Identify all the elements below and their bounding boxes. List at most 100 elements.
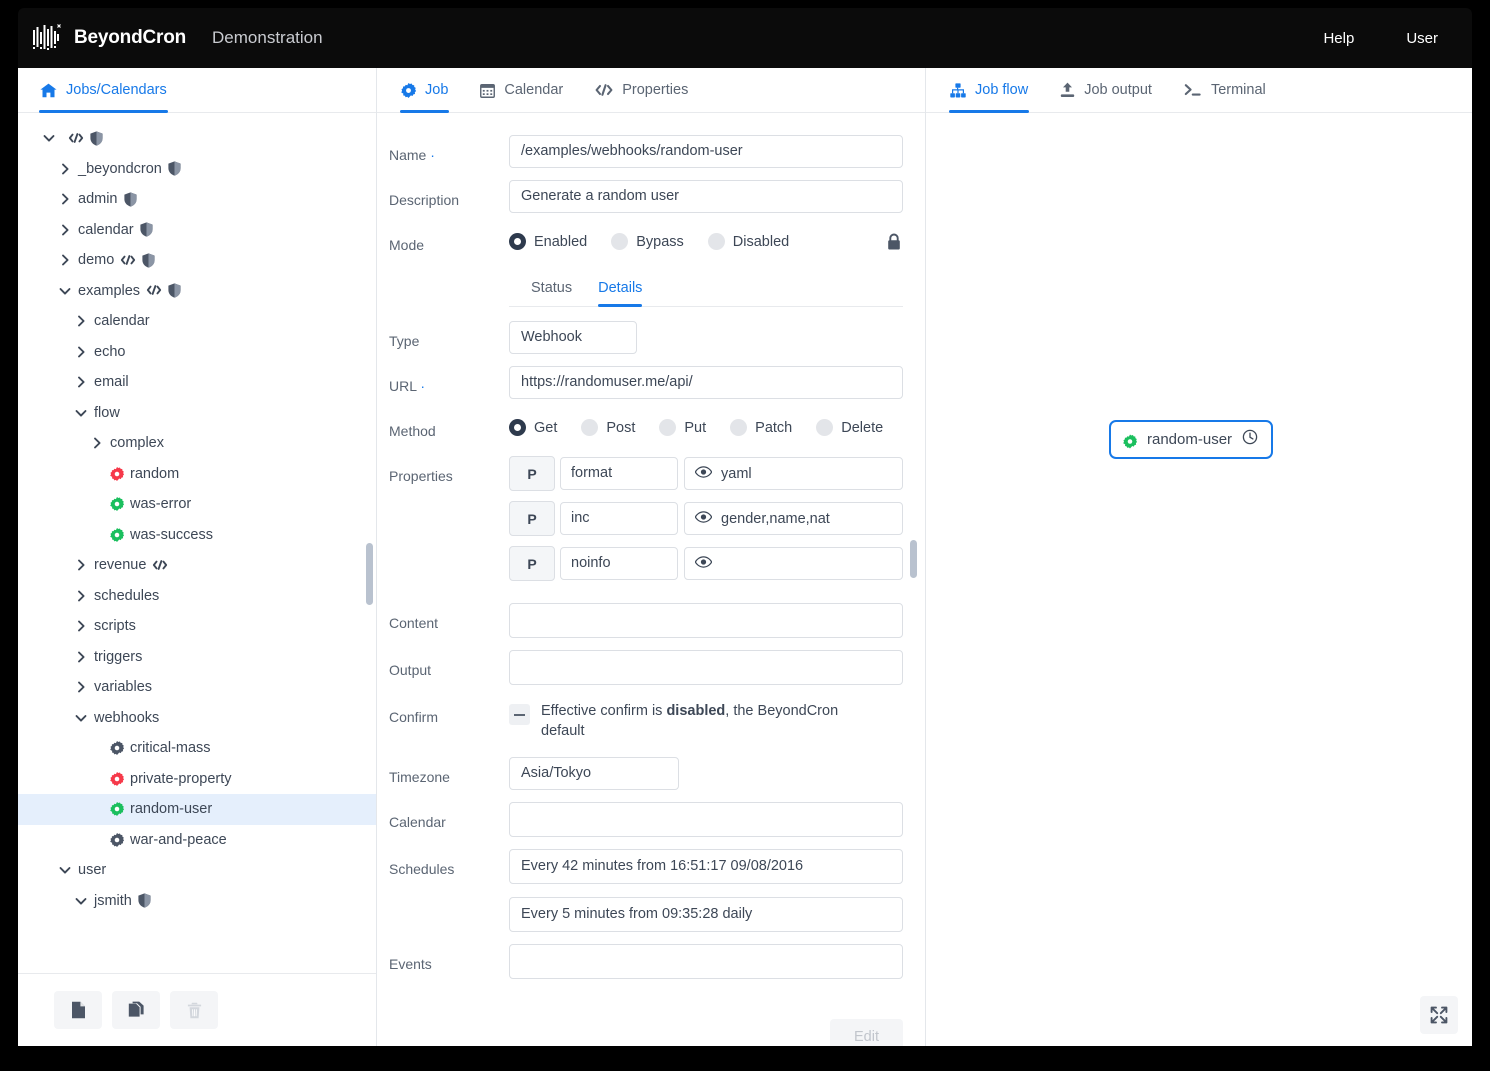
tree-item-revenue[interactable]: revenue [18,550,376,581]
property-key-input[interactable]: noinfo [560,547,678,580]
url-input[interactable]: https://randomuser.me/api/ [509,366,903,399]
tree-item-complex[interactable]: complex [18,428,376,459]
chevron-down-icon[interactable] [42,131,56,145]
tree-item-schedules[interactable]: schedules [18,581,376,612]
tab-calendar[interactable]: Calendar [478,68,565,112]
chevron-right-icon[interactable] [74,375,88,389]
chevron-down-icon[interactable] [74,894,88,908]
property-type-badge[interactable]: P [509,546,555,581]
copy-button[interactable] [112,991,160,1029]
method-option-patch[interactable]: Patch [730,419,792,436]
tab-job-flow[interactable]: Job flow [948,68,1030,113]
method-option-delete[interactable]: Delete [816,419,883,436]
tree-item-random[interactable]: random [18,459,376,490]
subtab-details[interactable]: Details [598,270,643,307]
chevron-right-icon[interactable] [74,650,88,664]
eye-icon[interactable] [694,555,713,572]
mode-option-disabled[interactable]: Disabled [707,233,789,250]
chevron-right-icon[interactable] [74,589,88,603]
method-option-post[interactable]: Post [581,419,635,436]
schedule-input-2[interactable]: Every 5 minutes from 09:35:28 daily [509,897,903,933]
subtab-status[interactable]: Status [531,270,572,306]
chevron-down-icon[interactable] [74,711,88,725]
chevron-right-icon[interactable] [58,162,72,176]
tab-properties[interactable]: Properties [593,68,690,112]
expand-flow-button[interactable] [1420,996,1458,1034]
url-label: URL · [389,378,426,394]
tree-item-triggers[interactable]: triggers [18,642,376,673]
help-button[interactable]: Help [1297,8,1380,68]
chevron-down-icon[interactable] [74,406,88,420]
chevron-right-icon[interactable] [74,680,88,694]
tree-item-variables[interactable]: variables [18,672,376,703]
tree-item-flow[interactable]: flow [18,398,376,429]
property-type-badge[interactable]: P [509,501,555,536]
schedule-input-1[interactable]: Every 42 minutes from 16:51:17 09/08/201… [509,849,903,885]
output-input[interactable] [509,650,903,685]
tree-item-was-error[interactable]: was-error [18,489,376,520]
property-value-input[interactable] [684,547,903,580]
type-input[interactable]: Webhook [509,321,637,354]
mode-option-bypass[interactable]: Bypass [611,233,684,250]
tree-item-critical-mass[interactable]: critical-mass [18,733,376,764]
tree-item-webhooks[interactable]: webhooks [18,703,376,734]
tree-item-jsmith[interactable]: jsmith [18,886,376,917]
brand: BeyondCron Demonstration [32,23,323,53]
tab-jobs-calendars[interactable]: Jobs/Calendars [38,68,169,113]
events-input[interactable] [509,944,903,980]
chevron-down-icon[interactable] [58,863,72,877]
description-input[interactable]: Generate a random user [509,180,903,213]
tree-item-private-property[interactable]: private-property [18,764,376,795]
content-input[interactable] [509,603,903,638]
property-type-badge[interactable]: P [509,456,555,491]
tree-item-root[interactable] [18,123,376,154]
field-content: Content [389,603,903,638]
flow-node-random-user[interactable]: random-user [1109,420,1274,459]
mode-option-enabled[interactable]: Enabled [509,233,587,250]
calendar-input[interactable] [509,802,903,838]
tree-item-random-user[interactable]: random-user [18,794,376,825]
chevron-right-icon[interactable] [58,253,72,267]
tree-item-beyondcron[interactable]: _beyondcron [18,154,376,185]
edit-button[interactable]: Edit [830,1019,903,1046]
chevron-right-icon[interactable] [58,223,72,237]
left-tree-scrollbar[interactable] [366,543,373,605]
chevron-down-icon[interactable] [58,284,72,298]
tab-job-output[interactable]: Job output [1058,68,1154,112]
tree-item-war-and-peace[interactable]: war-and-peace [18,825,376,856]
tree-item-admin[interactable]: admin [18,184,376,215]
tree-item-user[interactable]: user [18,855,376,886]
minus-icon[interactable] [509,704,530,725]
eye-icon[interactable] [694,510,713,527]
tree-item-echo[interactable]: echo [18,337,376,368]
tree-item-calendar[interactable]: calendar [18,306,376,337]
tree-item-demo[interactable]: demo [18,245,376,276]
property-key-input[interactable]: inc [560,502,678,535]
job-flow-canvas[interactable]: random-user [926,113,1472,1046]
chevron-right-icon[interactable] [74,558,88,572]
eye-icon[interactable] [694,465,713,482]
property-key-input[interactable]: format [560,457,678,490]
chevron-right-icon[interactable] [58,192,72,206]
confirm-status: Effective confirm is disabled, the Beyon… [509,697,903,741]
property-value-input[interactable]: gender,name,nat [684,502,903,535]
tree-item-scripts[interactable]: scripts [18,611,376,642]
method-option-get[interactable]: Get [509,419,557,436]
user-button[interactable]: User [1380,8,1472,68]
chevron-right-icon[interactable] [74,345,88,359]
tab-terminal[interactable]: Terminal [1182,68,1268,112]
chevron-right-icon[interactable] [74,314,88,328]
property-value-input[interactable]: yaml [684,457,903,490]
chevron-right-icon[interactable] [90,436,104,450]
tree-item-examples[interactable]: examples [18,276,376,307]
middle-form-scrollbar[interactable] [910,540,917,578]
new-file-button[interactable] [54,991,102,1029]
tree-item-was-success[interactable]: was-success [18,520,376,551]
method-option-put[interactable]: Put [659,419,706,436]
chevron-right-icon[interactable] [74,619,88,633]
timezone-input[interactable]: Asia/Tokyo [509,757,679,791]
tab-job[interactable]: Job [399,68,450,113]
tree-item-email[interactable]: email [18,367,376,398]
tree-item-calendar[interactable]: calendar [18,215,376,246]
name-input[interactable]: /examples/webhooks/random-user [509,135,903,168]
